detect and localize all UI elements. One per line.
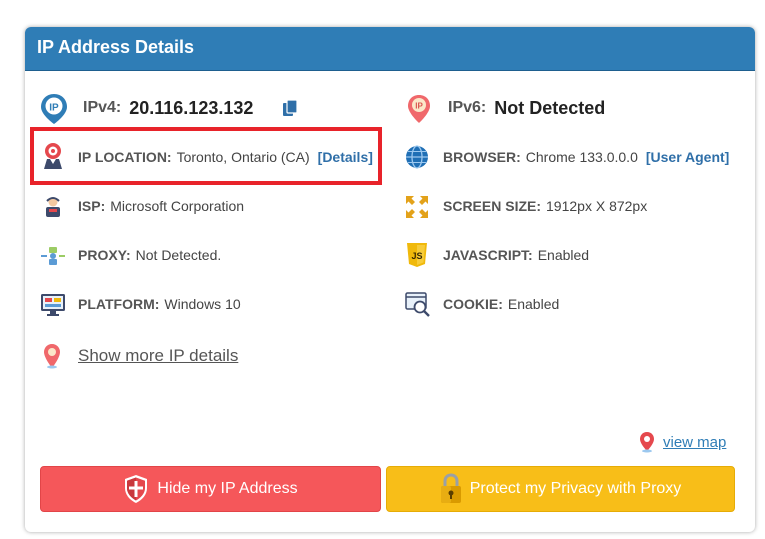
shield-icon (123, 474, 149, 504)
proxy-row: PROXY: Not Detected. (78, 246, 221, 264)
hide-ip-button[interactable]: Hide my IP Address (40, 466, 381, 512)
proxy-label: PROXY: (78, 247, 131, 263)
hide-ip-button-label: Hide my IP Address (157, 480, 298, 497)
location-row: IP LOCATION: Toronto, Ontario (CA) [Deta… (78, 148, 373, 166)
cookie-search-icon (405, 292, 431, 323)
proxy-icon (40, 245, 66, 272)
cookie-value: Enabled (507, 296, 560, 312)
platform-value: Windows 10 (164, 296, 241, 312)
ip-pin-icon: IP (40, 93, 68, 130)
browser-label: BROWSER: (443, 149, 521, 165)
screen-size-row: SCREEN SIZE: 1912px X 872px (443, 197, 647, 215)
panel-title: IP Address Details (37, 37, 195, 57)
isp-value: Microsoft Corporation (110, 198, 245, 214)
view-map-link[interactable]: view map (663, 434, 726, 451)
view-map-row: view map (663, 433, 726, 451)
svg-text:JS: JS (411, 251, 422, 261)
map-pin-icon (638, 431, 656, 458)
ipv4-row: IPv4: 20.116.123.132 (83, 97, 253, 119)
panel-header: IP Address Details (25, 27, 755, 71)
browser-value: Chrome 133.0.0.0 (525, 149, 638, 165)
ipv6-label: IPv6: (448, 99, 487, 116)
location-label: IP LOCATION: (78, 149, 172, 165)
screen-size-value: 1912px X 872px (546, 198, 648, 214)
ipv6-value: Not Detected (494, 97, 606, 118)
javascript-label: JAVASCRIPT: (443, 247, 533, 263)
globe-icon (405, 145, 429, 174)
copy-icon[interactable] (282, 99, 298, 122)
screen-size-label: SCREEN SIZE: (443, 198, 542, 214)
svg-text:IP: IP (415, 102, 423, 111)
protect-privacy-button[interactable]: Protect my Privacy with Proxy (386, 466, 735, 512)
cookie-row: COOKIE: Enabled (443, 295, 559, 313)
isp-row: ISP: Microsoft Corporation (78, 197, 244, 215)
location-details-link[interactable]: [Details] (318, 149, 373, 165)
svg-text:IP: IP (49, 103, 59, 114)
location-value: Toronto, Ontario (CA) (176, 149, 310, 165)
cookie-label: COOKIE: (443, 296, 503, 312)
platform-row: PLATFORM: Windows 10 (78, 295, 241, 313)
show-more-ip-details-link[interactable]: Show more IP details (78, 346, 238, 366)
show-more-row: Show more IP details (78, 345, 238, 367)
javascript-icon: JS (405, 242, 429, 273)
proxy-value: Not Detected. (135, 247, 222, 263)
ipv6-row: IPv6: Not Detected (448, 97, 605, 119)
lock-icon (440, 473, 462, 505)
isp-person-icon (42, 196, 64, 223)
protect-privacy-button-label: Protect my Privacy with Proxy (469, 480, 682, 497)
platform-monitor-icon (40, 293, 66, 322)
ipv4-label: IPv4: (83, 99, 122, 116)
javascript-value: Enabled (537, 247, 590, 263)
user-agent-link[interactable]: [User Agent] (646, 149, 730, 165)
ipv4-value: 20.116.123.132 (129, 97, 254, 118)
location-person-icon (40, 142, 66, 175)
isp-label: ISP: (78, 198, 106, 214)
javascript-row: JAVASCRIPT: Enabled (443, 246, 589, 264)
browser-row: BROWSER: Chrome 133.0.0.0 [User Agent] (443, 148, 729, 166)
ip-location-pin-icon (43, 343, 61, 374)
platform-label: PLATFORM: (78, 296, 160, 312)
ipv6-pin-icon: IP (407, 94, 431, 129)
screen-expand-icon (405, 195, 429, 224)
